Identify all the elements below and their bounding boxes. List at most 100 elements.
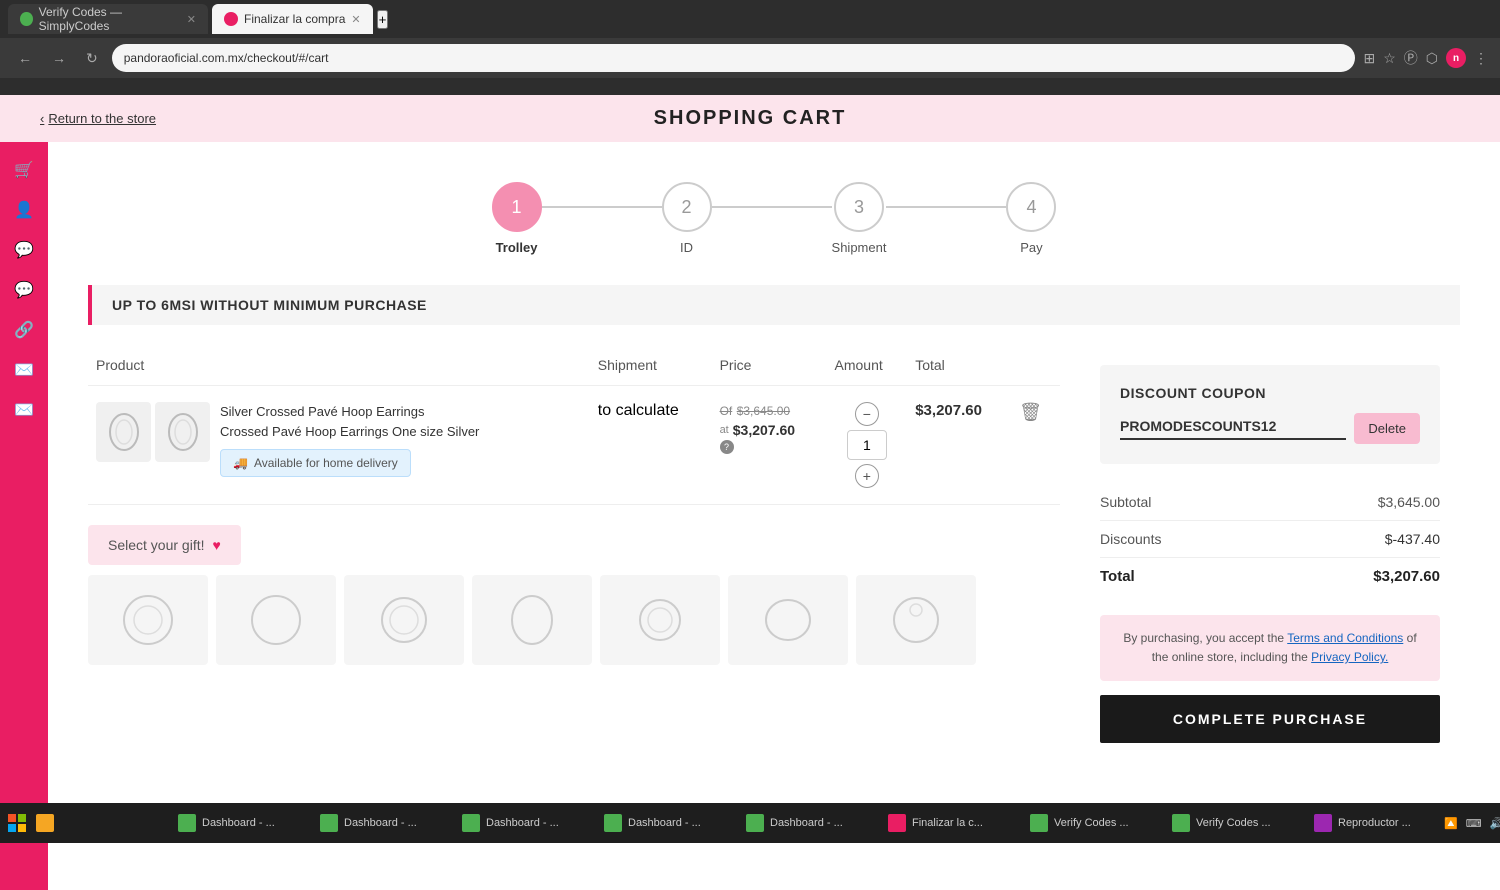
col-shipment: Shipment: [590, 345, 712, 386]
star-icon[interactable]: ☆: [1383, 50, 1396, 67]
total-price: $3,207.60: [915, 402, 982, 419]
product-name: Silver Crossed Pavé Hoop Earrings: [220, 402, 479, 422]
product-img-1: [96, 402, 151, 462]
sidebar-user-icon[interactable]: 👤: [6, 192, 42, 228]
taskbar-icon-verifycodes1: [1030, 814, 1048, 832]
gift-item-6[interactable]: [728, 575, 848, 665]
taskbar-label-reproductor: Reproductor ...: [1338, 817, 1411, 829]
page-header: ‹ Return to the store SHOPPING CART: [0, 95, 1500, 142]
gift-item-2[interactable]: [216, 575, 336, 665]
step-circle-2[interactable]: 2: [662, 182, 712, 232]
profile-icon[interactable]: Ⓟ: [1404, 48, 1418, 68]
complete-purchase-button[interactable]: COMPLETE PURCHASE: [1100, 695, 1440, 743]
coupon-box: DISCOUNT COUPON PROMODESCOUNTS12 Delete: [1100, 365, 1440, 464]
sidebar-mail2-icon[interactable]: ✉️: [6, 392, 42, 428]
nav-back[interactable]: ←: [12, 46, 38, 70]
sidebar-cart-icon[interactable]: 🛒: [6, 152, 42, 188]
taskbar-item-5[interactable]: Dashboard - ...: [736, 807, 876, 839]
browser-tabs: Verify Codes — SimplyCodes ✕ Finalizar l…: [0, 0, 1500, 38]
menu-icon[interactable]: ⋮: [1474, 50, 1488, 67]
taskbar-start-button[interactable]: [8, 807, 26, 839]
taskbar-notification-icon[interactable]: 🔼: [1444, 817, 1458, 830]
tab-2[interactable]: Finalizar la compra ✕: [212, 4, 373, 34]
taskbar-item-verifycodes1[interactable]: Verify Codes ...: [1020, 807, 1160, 839]
taskbar-icon-2: [320, 814, 338, 832]
discounts-value: $-437.40: [1385, 531, 1440, 547]
delete-coupon-button[interactable]: Delete: [1354, 413, 1420, 444]
tab-close-1[interactable]: ✕: [187, 13, 196, 26]
quantity-control: − +: [835, 402, 900, 488]
taskbar-icon-verifycodes2: [1172, 814, 1190, 832]
nav-refresh[interactable]: ↻: [80, 46, 104, 71]
sidebar-mail-icon[interactable]: ✉️: [6, 352, 42, 388]
taskbar-item-4[interactable]: Dashboard - ...: [594, 807, 734, 839]
col-actions: [1011, 345, 1060, 386]
price-at-row: at $3,207.60: [720, 422, 819, 438]
gift-item-5[interactable]: [600, 575, 720, 665]
nav-forward[interactable]: →: [46, 46, 72, 70]
back-arrow-icon: ‹: [40, 111, 44, 126]
summary-subtotal-row: Subtotal $3,645.00: [1100, 484, 1440, 521]
translate-icon[interactable]: ⊞: [1363, 50, 1375, 67]
cart-table: Product Shipment Price Amount Total: [88, 345, 1060, 505]
step-circle-1[interactable]: 1: [492, 182, 542, 232]
delete-item-btn[interactable]: 🗑: [1019, 402, 1042, 422]
select-gift-button[interactable]: Select your gift! ♥: [88, 525, 241, 565]
taskbar-volume-icon[interactable]: 🔊: [1490, 817, 1500, 830]
qty-decrease-btn[interactable]: −: [855, 402, 879, 426]
taskbar-item-verifycodes2[interactable]: Verify Codes ...: [1162, 807, 1302, 839]
privacy-link[interactable]: Privacy Policy.: [1311, 650, 1388, 664]
taskbar-item-reproductor[interactable]: Reproductor ...: [1304, 807, 1444, 839]
terms-text-before: By purchasing, you accept the: [1123, 631, 1287, 645]
tab-1[interactable]: Verify Codes — SimplyCodes ✕: [8, 4, 208, 34]
gift-item-1[interactable]: [88, 575, 208, 665]
cart-layout: Product Shipment Price Amount Total: [88, 345, 1460, 763]
taskbar-icon-4: [604, 814, 622, 832]
step-label-3: Shipment: [832, 240, 887, 255]
taskbar-item-pandora[interactable]: Finalizar la c...: [878, 807, 1018, 839]
step-circle-3[interactable]: 3: [834, 182, 884, 232]
sidebar-whatsapp-icon[interactable]: 💬: [6, 232, 42, 268]
taskbar-label-5: Dashboard - ...: [770, 817, 843, 829]
step-circle-4[interactable]: 4: [1006, 182, 1056, 232]
shipment-cell: to calculate: [590, 386, 712, 505]
taskbar-label-2: Dashboard - ...: [344, 817, 417, 829]
taskbar-item-2[interactable]: Dashboard - ...: [310, 807, 450, 839]
taskbar: Dashboard - ... Dashboard - ... Dashboar…: [0, 803, 1500, 843]
taskbar-right: 🔼 ⌨ 🔊 ESP 9:21 p.m. 🔔: [1444, 811, 1500, 835]
summary-total-row: Total $3,207.60: [1100, 558, 1440, 595]
qty-increase-btn[interactable]: +: [855, 464, 879, 488]
terms-link[interactable]: Terms and Conditions: [1287, 631, 1403, 645]
page-title: SHOPPING CART: [654, 107, 847, 130]
delivery-icon: 🚚: [233, 456, 248, 470]
step-connector-2: [712, 206, 832, 208]
amount-cell: − +: [827, 386, 908, 505]
extension-icon[interactable]: ⬡: [1426, 50, 1438, 67]
gift-item-3[interactable]: [344, 575, 464, 665]
gift-item-7[interactable]: [856, 575, 976, 665]
qty-input[interactable]: [847, 430, 887, 460]
taskbar-icon-pandora: [888, 814, 906, 832]
taskbar-icon-1: [178, 814, 196, 832]
sidebar-link-icon[interactable]: 🔗: [6, 312, 42, 348]
address-text: pandoraoficial.com.mx/checkout/#/cart: [124, 51, 329, 65]
taskbar-icon-3: [462, 814, 480, 832]
taskbar-item-3[interactable]: Dashboard - ...: [452, 807, 592, 839]
nav-avatar[interactable]: n: [1446, 48, 1466, 68]
product-desc: Crossed Pavé Hoop Earrings One size Silv…: [220, 422, 479, 442]
tab-close-2[interactable]: ✕: [351, 13, 360, 26]
step-label-2: ID: [680, 240, 693, 255]
taskbar-icon-5: [746, 814, 764, 832]
price-prefix: Of: [720, 404, 733, 418]
back-link[interactable]: ‹ Return to the store: [40, 111, 156, 126]
sidebar-chat-icon[interactable]: 💬: [6, 272, 42, 308]
taskbar-item-1[interactable]: Dashboard - ...: [168, 807, 308, 839]
taskbar-item-explorer[interactable]: [26, 807, 166, 839]
gift-item-4[interactable]: [472, 575, 592, 665]
stepper: 1 Trolley 2 ID 3 Shipment: [88, 162, 1460, 285]
address-bar[interactable]: pandoraoficial.com.mx/checkout/#/cart: [112, 44, 1356, 72]
total-cell: $3,207.60: [907, 386, 1011, 505]
product-images: [96, 402, 210, 462]
new-tab-button[interactable]: +: [377, 10, 389, 29]
taskbar-keyboard-icon[interactable]: ⌨: [1466, 817, 1482, 830]
